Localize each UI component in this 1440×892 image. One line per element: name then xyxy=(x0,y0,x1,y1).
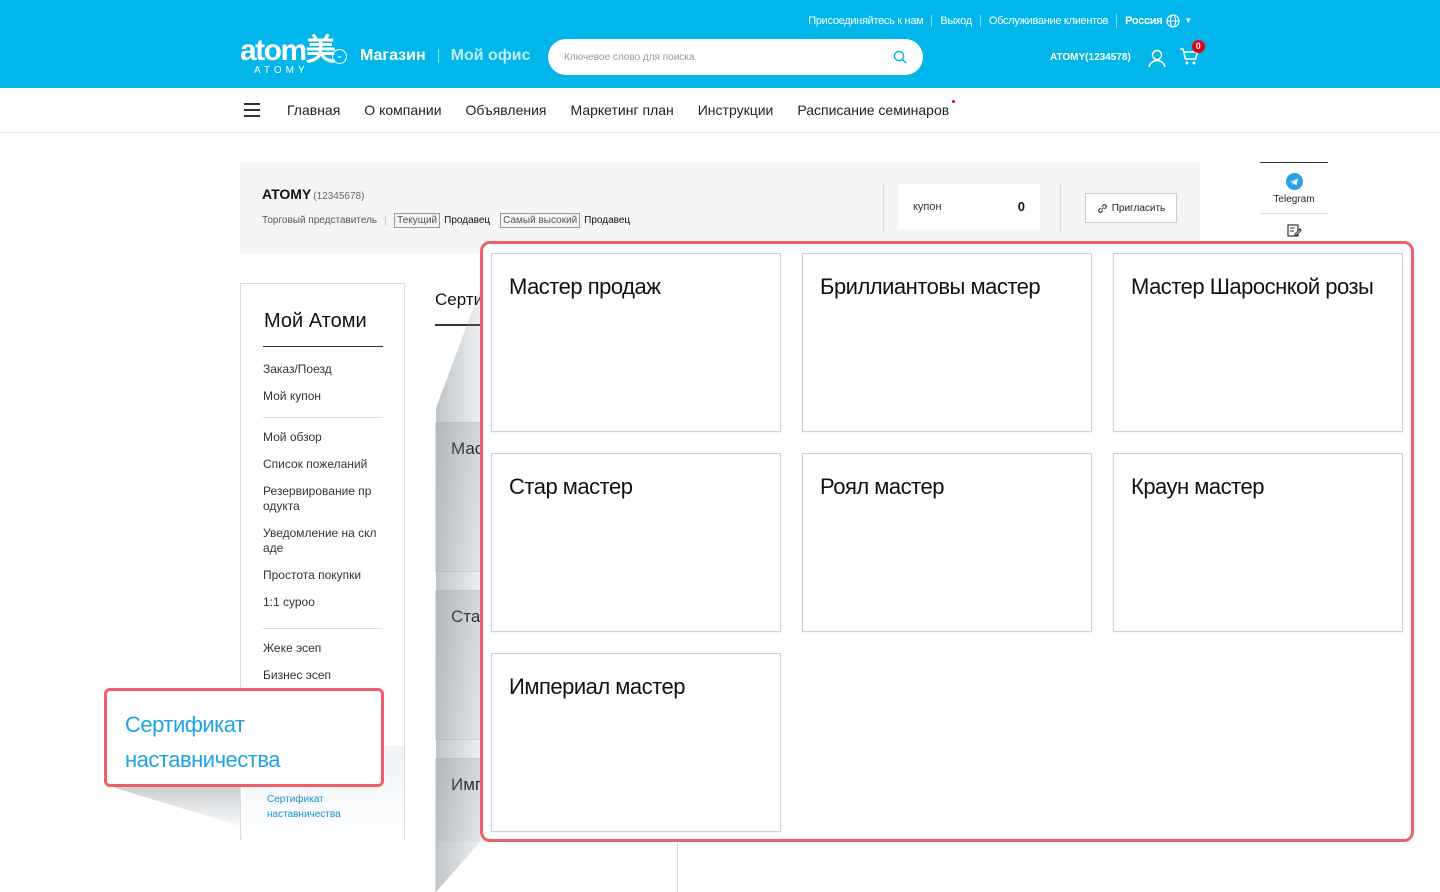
current-grade-value: Продавец xyxy=(444,215,491,226)
zoomed-mentorship-label: Сертификат наставничества xyxy=(125,712,281,772)
certificate-card-star-master[interactable]: Стар мастер xyxy=(491,453,781,632)
gnb-seminar-schedule[interactable]: Расписание семинаров xyxy=(797,100,956,118)
main-nav: ⌄ Магазин Мой офис xyxy=(332,47,531,65)
grade-divider xyxy=(385,215,387,226)
join-link[interactable]: Присоединяйтесь к нам xyxy=(800,15,931,27)
globe-icon xyxy=(1166,14,1180,28)
sidebar-title-line xyxy=(263,346,383,347)
sidebar-item-personal-account[interactable]: Жеке эсеп xyxy=(263,641,383,656)
sidebar-title: Мой Атоми xyxy=(264,310,367,332)
hamburger-menu-icon[interactable] xyxy=(244,103,260,117)
gnb-instructions[interactable]: Инструкции xyxy=(698,102,774,118)
telegram-link[interactable]: Telegram xyxy=(1260,163,1328,214)
content-border xyxy=(435,840,436,892)
telegram-label: Telegram xyxy=(1273,194,1315,205)
gnb-items: Главная О компании Объявления Маркетинг … xyxy=(287,100,973,118)
sidebar-item-one-to-one[interactable]: 1:1 сурoo xyxy=(263,595,383,610)
chevron-down-icon[interactable]: ⌄ xyxy=(332,48,347,64)
certificate-card-imperial-master[interactable]: Империал мастер xyxy=(491,653,781,832)
cart-count-badge: 0 xyxy=(1191,40,1205,53)
content-title: Серти xyxy=(435,290,484,309)
profile-divider xyxy=(1060,183,1061,233)
member-name: ATOMY (12345678) xyxy=(262,186,365,202)
edit-icon[interactable] xyxy=(1260,214,1328,243)
search-input[interactable] xyxy=(564,51,893,63)
coupon-box[interactable]: купон 0 xyxy=(898,184,1040,229)
link-icon xyxy=(1097,203,1107,213)
highest-grade-value: Продавец xyxy=(584,215,631,226)
telegram-icon xyxy=(1285,173,1303,190)
sidebar-group-activity: Мой обзор Список пожеланий Резервировани… xyxy=(263,430,383,622)
global-nav: Главная О компании Объявления Маркетинг … xyxy=(0,88,1440,133)
customer-service-link[interactable]: Обслуживание клиентов xyxy=(979,15,1116,27)
sidebar-item-my-reviews[interactable]: Мой обзор xyxy=(263,430,383,445)
logo-subtitle: ATOMY xyxy=(254,65,309,76)
zoomed-certificate-grid: Мастер продаж Бриллиантовы мастер Мастер… xyxy=(480,241,1414,842)
coupon-count: 0 xyxy=(1017,199,1025,214)
username[interactable]: ATOMY(1234578) xyxy=(1050,52,1131,63)
certificate-card-sales-master[interactable]: Мастер продаж xyxy=(491,253,781,432)
member-grade: Торговый представитель Текущий Продавец … xyxy=(262,213,640,228)
invite-button[interactable]: Пригласить xyxy=(1085,193,1177,223)
certificate-card-sharon-rose-master[interactable]: Мастер Шароснкой розы xyxy=(1113,253,1403,432)
site-header: Присоединяйтесь к нам Выход Обслуживание… xyxy=(0,0,1440,88)
user-area: ATOMY(1234578) 0 xyxy=(1050,40,1205,69)
sidebar-item-mentorship-certificate[interactable]: Сертификат наставничества xyxy=(267,792,357,822)
member-id: (12345678) xyxy=(313,191,365,202)
atomy-logo[interactable]: atom美 ATOMY xyxy=(240,34,336,76)
sidebar-item-wishlist[interactable]: Список пожеланий xyxy=(263,457,383,472)
certificate-card-royal-master[interactable]: Роял мастер xyxy=(802,453,1092,632)
sidebar-item-my-coupon[interactable]: Мой купон xyxy=(263,389,383,404)
profile-divider xyxy=(883,183,884,233)
sidebar-divider xyxy=(263,628,383,629)
sidebar-item-easy-purchase[interactable]: Простота покупки xyxy=(263,568,383,583)
logo-wordmark: atom美 xyxy=(240,34,336,67)
search-box xyxy=(548,39,923,75)
member-role: Торговый представитель xyxy=(262,215,378,226)
my-office-link[interactable]: Мой офис xyxy=(451,47,531,65)
user-icon[interactable] xyxy=(1147,48,1167,68)
certificate-card-diamond-master[interactable]: Бриллиантовы мастер xyxy=(802,253,1092,432)
search-icon[interactable] xyxy=(893,50,907,64)
top-links: Присоединяйтесь к нам Выход Обслуживание… xyxy=(800,14,1200,28)
cart-button[interactable]: 0 xyxy=(1179,40,1205,69)
caret-down-icon: ▼ xyxy=(1184,16,1192,25)
sidebar-item-reservation[interactable]: Резервирование пр одукта xyxy=(263,484,383,514)
sidebar-group-orders: Заказ/Поезд Мой купон xyxy=(263,362,383,416)
highest-grade-tag: Самый высокий xyxy=(500,213,581,228)
gnb-notices[interactable]: Объявления xyxy=(466,102,547,118)
country-selector[interactable]: Россия ▼ xyxy=(1116,14,1200,28)
invite-label: Пригласить xyxy=(1111,202,1166,214)
content-border xyxy=(677,840,678,892)
country-label: Россия xyxy=(1125,15,1163,27)
logout-link[interactable]: Выход xyxy=(931,15,979,27)
gnb-marketing-plan[interactable]: Маркетинг план xyxy=(571,102,674,118)
sidebar-item-stock-alert[interactable]: Уведомление на скл аде xyxy=(263,526,383,556)
certificate-card-crown-master[interactable]: Краун мастер xyxy=(1113,453,1403,632)
right-quick-bar: Telegram xyxy=(1260,162,1328,243)
current-grade-tag: Текущий xyxy=(394,213,441,228)
coupon-label: купон xyxy=(913,200,942,213)
member-profile-bar: ATOMY (12345678) Торговый представитель Т… xyxy=(240,163,1200,253)
gnb-about[interactable]: О компании xyxy=(364,102,441,118)
nav-divider xyxy=(437,49,439,63)
shop-link[interactable]: Магазин xyxy=(360,47,426,65)
gnb-home[interactable]: Главная xyxy=(287,102,340,118)
sidebar-item-business-account[interactable]: Бизнес эсеп xyxy=(263,668,383,683)
sidebar-divider xyxy=(263,417,383,418)
sidebar-item-orders[interactable]: Заказ/Поезд xyxy=(263,362,383,377)
zoomed-mentorship-certificate-menu[interactable]: Сертификат наставничества xyxy=(104,688,384,787)
sidebar-group-accounts: Жеке эсеп Бизнес эсеп xyxy=(263,641,383,695)
